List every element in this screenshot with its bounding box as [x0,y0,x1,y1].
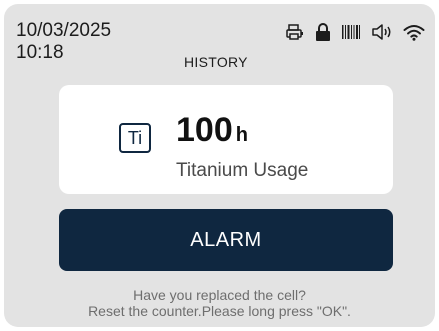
alarm-button[interactable]: ALARM [59,209,393,271]
reset-message: Have you replaced the cell? Reset the co… [4,287,435,319]
time-text: 10:18 [16,42,64,63]
titanium-usage-card: Ti 100 h Titanium Usage [59,85,393,194]
usage-unit: h [235,124,248,146]
wifi-icon [403,23,425,41]
message-line-2: Reset the counter.Please long press "OK"… [88,303,351,319]
usage-label: Titanium Usage [176,160,309,181]
page-title: HISTORY [184,54,248,70]
message-line-1: Have you replaced the cell? [133,287,306,303]
device-screen: 10/03/2025 10:18 HISTORY Ti 100 h Titani… [4,4,435,327]
usage-hours: 100 [176,111,233,149]
titanium-icon: Ti [119,123,151,153]
barcode-icon [341,24,361,40]
date-text: 10/03/2025 [16,20,112,41]
printer-icon [285,23,305,41]
speaker-icon [371,23,393,41]
usage-value: 100 h [176,111,248,150]
date-time: 10/03/2025 10:18 [16,20,111,64]
titanium-badge-text: Ti [127,127,143,148]
lock-icon [315,23,331,41]
status-icons [285,23,425,41]
